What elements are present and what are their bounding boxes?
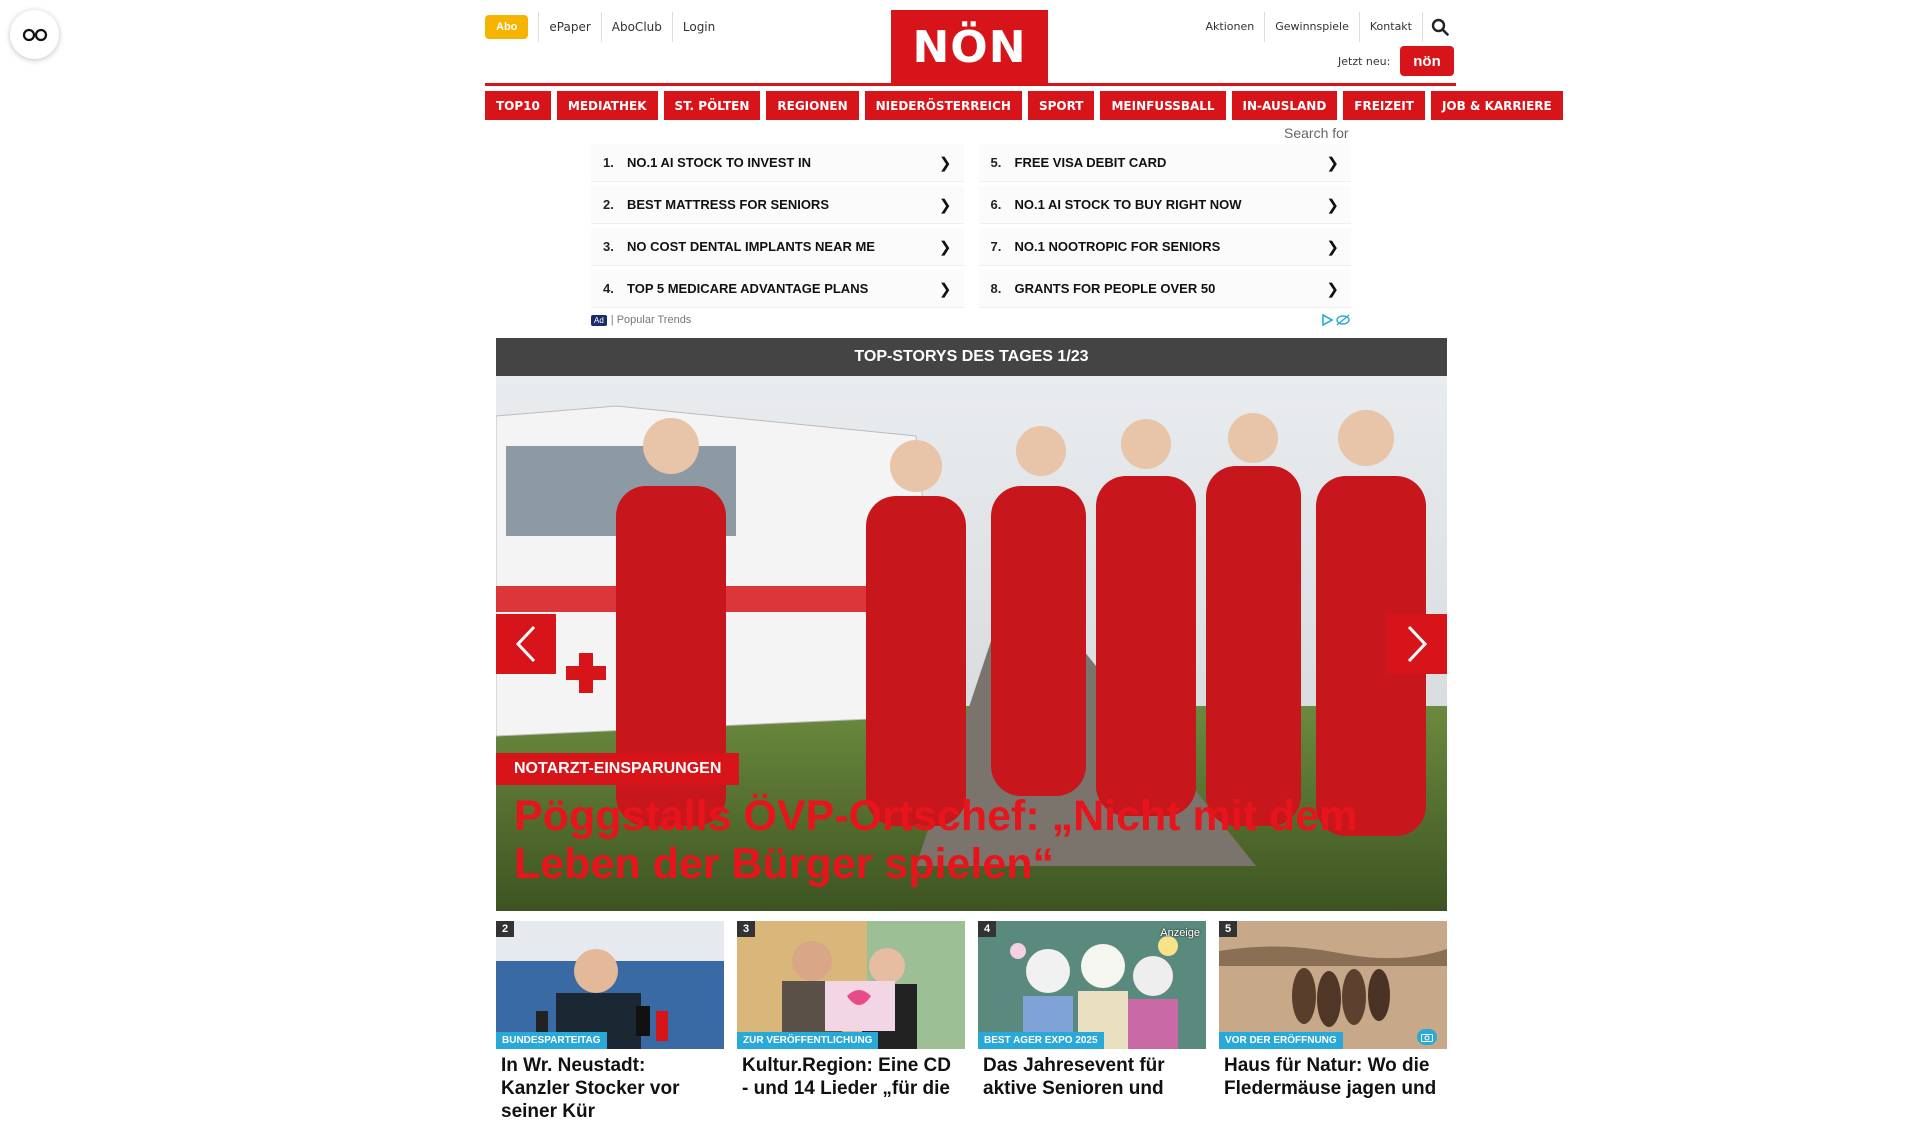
site-logo[interactable]: NÖN	[891, 10, 1048, 84]
chevron-right-icon	[1407, 625, 1428, 663]
ad-search-label: Search for	[1284, 125, 1349, 141]
hero-kicker: NOTARZT-EINSPARUNGEN	[496, 753, 740, 785]
chevron-right-icon: ❯	[1326, 280, 1339, 298]
ad-tag: Ad	[591, 314, 607, 326]
story-card-number: 5	[1219, 921, 1238, 937]
story-card-number: 2	[496, 921, 515, 937]
ad-link[interactable]: 4. TOP 5 MEDICARE ADVANTAGE PLANS ❯	[591, 270, 964, 308]
abo-button[interactable]: Abo	[485, 15, 529, 39]
chevron-right-icon: ❯	[1326, 196, 1339, 214]
nav-item-st-poelten[interactable]: ST. PÖLTEN	[663, 91, 761, 120]
story-card-title[interactable]: Das Jahresevent für aktive Senioren und	[978, 1049, 1206, 1100]
story-card[interactable]: 4 Anzeige BEST AGER EXPO 2025 Das Jahres…	[978, 921, 1206, 1123]
aktionen-link[interactable]: Aktionen	[1196, 12, 1265, 42]
aboclub-link[interactable]: AboClub	[600, 12, 672, 42]
glasses-icon	[22, 28, 47, 41]
story-card-tag: ZUR VERÖFFENTLICHUNG	[737, 1032, 879, 1049]
carousel-prev-button[interactable]	[496, 614, 556, 674]
ad-link[interactable]: 6. NO.1 AI STOCK TO BUY RIGHT NOW ❯	[978, 186, 1351, 224]
ad-link[interactable]: 2. BEST MATTRESS FOR SENIORS ❯	[591, 186, 964, 224]
chevron-right-icon: ❯	[938, 154, 952, 172]
story-card-number: 4	[978, 921, 997, 937]
header-divider	[485, 83, 1456, 86]
nav-item-mediathek[interactable]: MEDIATHEK	[556, 91, 658, 120]
story-cards: 2 BUNDESPARTEITAG In Wr. Neustadt: Kanzl…	[496, 921, 1447, 1123]
hero-headline[interactable]: Pöggstalls ÖVP-Ortschef: „Nicht mit dem …	[514, 792, 1414, 888]
ad-footer: Ad | Popular Trends	[591, 314, 1351, 326]
story-card-tag: BEST AGER EXPO 2025	[978, 1032, 1104, 1049]
story-card-title[interactable]: Kultur.Region: Eine CD - und 14 Lieder „…	[737, 1049, 965, 1100]
sponsored-search-box: 1. NO.1 AI STOCK TO INVEST IN ❯ 5. FREE VIS…	[591, 144, 1351, 326]
chevron-left-icon	[515, 625, 536, 663]
login-link[interactable]: Login	[671, 12, 725, 42]
adchoices-icon[interactable]	[1321, 314, 1351, 326]
hero-story[interactable]: NOTARZT-EINSPARUNGEN Pöggstalls ÖVP-Orts…	[496, 376, 1447, 911]
carousel-next-button[interactable]	[1387, 614, 1447, 674]
camera-icon	[1417, 1029, 1437, 1045]
ad-footer-text: | Popular Trends	[610, 314, 692, 326]
top-left-links: Abo ePaper AboClub Login	[485, 12, 725, 42]
story-card-image: 5 VOR DER ERÖFFNUNG	[1219, 921, 1447, 1049]
story-card[interactable]: 2 BUNDESPARTEITAG In Wr. Neustadt: Kanzl…	[496, 921, 724, 1123]
gewinnspiele-link[interactable]: Gewinnspiele	[1264, 12, 1359, 42]
chevron-right-icon: ❯	[938, 238, 952, 256]
noen-app-badge[interactable]: nön	[1400, 46, 1454, 76]
ad-link[interactable]: 8. GRANTS FOR PEOPLE OVER 50 ❯	[978, 270, 1351, 308]
ad-link[interactable]: 5. FREE VISA DEBIT CARD ❯	[978, 144, 1351, 182]
story-card-image: 3 ZUR VERÖFFENTLICHUNG	[737, 921, 965, 1049]
story-card-tag: VOR DER ERÖFFNUNG	[1219, 1032, 1343, 1049]
nav-item-freizeit[interactable]: FREIZEIT	[1343, 91, 1425, 120]
anzeige-label: Anzeige	[1160, 927, 1200, 939]
nav-item-regionen[interactable]: REGIONEN	[766, 91, 859, 120]
main-nav: TOP10 MEDIATHEK ST. PÖLTEN REGIONEN NIED…	[485, 91, 1563, 120]
reader-mode-button[interactable]	[10, 10, 59, 59]
story-card-number: 3	[737, 921, 756, 937]
nav-item-in-ausland[interactable]: IN-AUSLAND	[1231, 91, 1338, 120]
nav-item-top10[interactable]: TOP10	[485, 91, 551, 120]
nav-item-niederoesterreich[interactable]: NIEDERÖSTERREICH	[864, 91, 1022, 120]
chevron-right-icon: ❯	[1326, 154, 1339, 172]
chevron-right-icon: ❯	[938, 280, 952, 298]
nav-item-sport[interactable]: SPORT	[1027, 91, 1095, 120]
ad-link[interactable]: 1. NO.1 AI STOCK TO INVEST IN ❯	[591, 144, 964, 182]
story-card-image: 4 Anzeige BEST AGER EXPO 2025	[978, 921, 1206, 1049]
nav-item-job-karriere[interactable]: JOB & KARRIERE	[1430, 91, 1563, 120]
top-stories-header: TOP-STORYS DES TAGES 1/23	[496, 338, 1447, 376]
story-card-tag: BUNDESPARTEITAG	[496, 1032, 607, 1049]
ad-link[interactable]: 3. NO COST DENTAL IMPLANTS NEAR ME ❯	[591, 228, 964, 266]
story-card-image: 2 BUNDESPARTEITAG	[496, 921, 724, 1049]
nav-item-meinfussball[interactable]: MEINFUSSBALL	[1100, 91, 1226, 120]
search-icon[interactable]	[1422, 12, 1456, 42]
epaper-link[interactable]: ePaper	[538, 12, 600, 42]
top-right-links: Aktionen Gewinnspiele Kontakt	[1196, 12, 1456, 42]
story-card[interactable]: 3 ZUR VERÖFFENTLICHUNG Kultur.Region: Ei…	[737, 921, 965, 1123]
story-card[interactable]: 5 VOR DER ERÖFFNUNG Haus für Natur: Wo d…	[1219, 921, 1447, 1123]
chevron-right-icon: ❯	[938, 196, 952, 214]
story-card-title[interactable]: Haus für Natur: Wo die Fledermäuse jagen…	[1219, 1049, 1447, 1100]
chevron-right-icon: ❯	[1326, 238, 1339, 256]
kontakt-link[interactable]: Kontakt	[1358, 12, 1422, 42]
ad-link[interactable]: 7. NO.1 NOOTROPIC FOR SENIORS ❯	[978, 228, 1351, 266]
story-card-title[interactable]: In Wr. Neustadt: Kanzler Stocker vor sei…	[496, 1049, 724, 1123]
jetzt-neu-label: Jetzt neu:	[1338, 55, 1391, 68]
